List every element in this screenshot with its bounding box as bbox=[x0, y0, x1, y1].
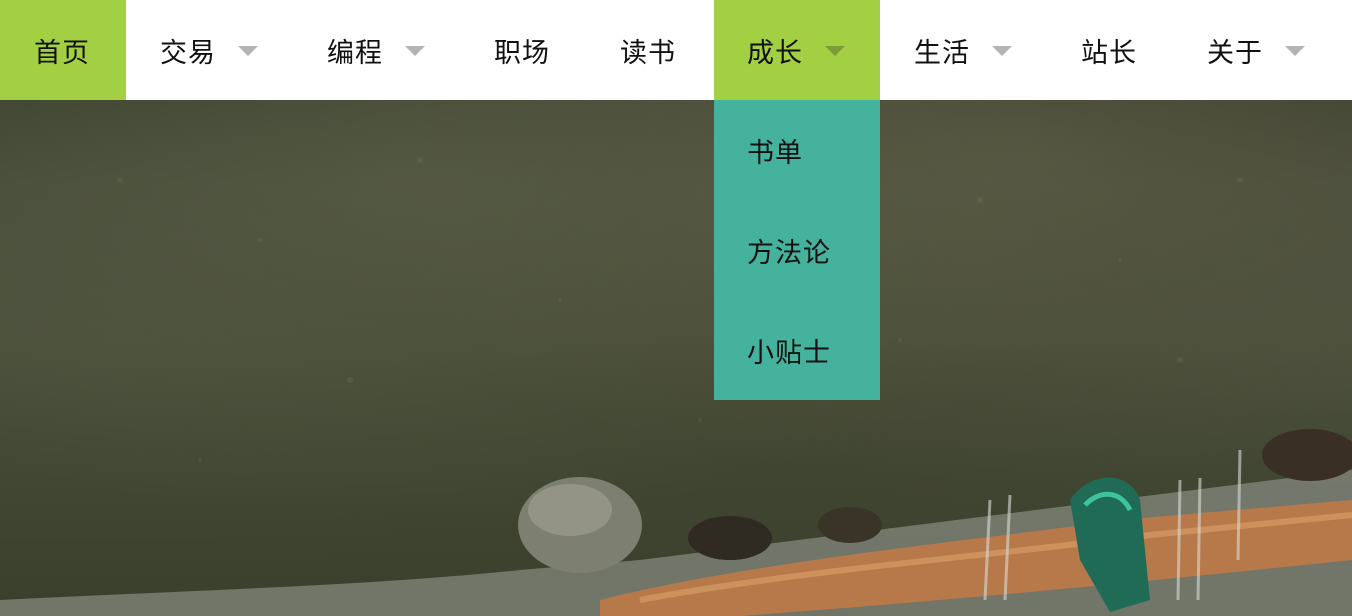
chevron-down-icon bbox=[1285, 46, 1305, 56]
dropdown-item-label: 小贴士 bbox=[747, 337, 831, 369]
chevron-down-icon bbox=[992, 46, 1012, 56]
nav-item-label: 生活 bbox=[914, 37, 970, 69]
chevron-down-icon bbox=[238, 46, 258, 56]
nav-item-about[interactable]: 关于 bbox=[1173, 0, 1340, 100]
nav-item-label: 编程 bbox=[327, 37, 383, 69]
nav-item-label: 读书 bbox=[620, 37, 676, 69]
nav-item-trading[interactable]: 交易 bbox=[126, 0, 293, 100]
nav-item-label: 交易 bbox=[160, 37, 216, 69]
nav-item-label: 站长 bbox=[1081, 37, 1137, 69]
dropdown-item-label: 方法论 bbox=[747, 237, 831, 269]
nav-item-webmaster[interactable]: 站长 bbox=[1047, 0, 1173, 100]
nav-item-reading[interactable]: 读书 bbox=[586, 0, 714, 100]
chevron-down-icon bbox=[825, 46, 845, 56]
nav-item-programming[interactable]: 编程 bbox=[293, 0, 460, 100]
nav-item-label: 职场 bbox=[494, 37, 550, 69]
nav-item-label: 关于 bbox=[1207, 37, 1263, 69]
dropdown-item-methodology[interactable]: 方法论 bbox=[714, 200, 880, 300]
chevron-down-icon bbox=[405, 46, 425, 56]
dropdown-item-tips[interactable]: 小贴士 bbox=[714, 300, 880, 400]
nav-item-growth[interactable]: 成长 bbox=[714, 0, 880, 100]
dropdown-item-booklist[interactable]: 书单 bbox=[714, 100, 880, 200]
nav-item-home[interactable]: 首页 bbox=[0, 0, 126, 100]
nav-item-label: 首页 bbox=[34, 37, 90, 69]
nav-item-life[interactable]: 生活 bbox=[880, 0, 1047, 100]
growth-dropdown-menu: 书单 方法论 小贴士 bbox=[714, 100, 880, 400]
main-nav: 首页 交易 编程 职场 读书 成长 生活 站长 关于 bbox=[0, 0, 1352, 100]
nav-item-label: 成长 bbox=[747, 37, 803, 69]
page: 首页 交易 编程 职场 读书 成长 生活 站长 关于 书单 方法论 小贴士 bbox=[0, 0, 1352, 616]
nav-item-workplace[interactable]: 职场 bbox=[460, 0, 586, 100]
dropdown-item-label: 书单 bbox=[747, 137, 803, 169]
